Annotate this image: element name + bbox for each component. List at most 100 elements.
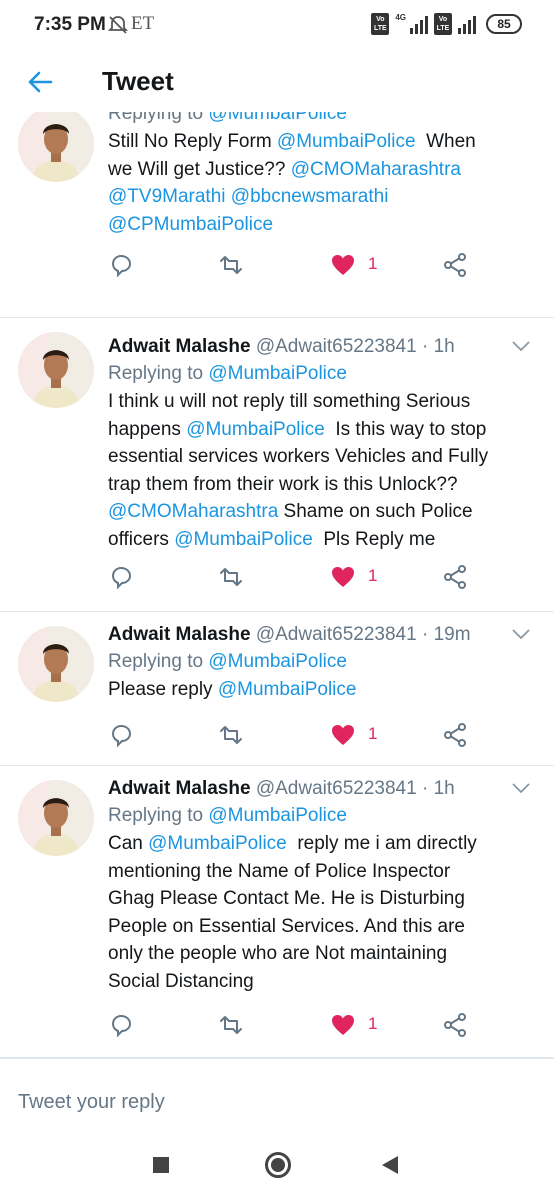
reply-icon[interactable] bbox=[108, 722, 134, 748]
tweet-text: I think u will not reply till something … bbox=[108, 388, 532, 553]
recents-square-icon[interactable] bbox=[153, 1157, 169, 1173]
retweet-icon[interactable] bbox=[218, 1012, 244, 1038]
mention-link[interactable]: @MumbaiPolice bbox=[174, 529, 313, 550]
retweet-icon[interactable] bbox=[218, 252, 244, 278]
tweet-item[interactable]: Replying to @MumbaiPolice Still No Reply … bbox=[0, 112, 554, 318]
avatar[interactable] bbox=[18, 780, 94, 856]
tweet-text-line: Can @MumbaiPolice reply me i am directly bbox=[108, 830, 532, 858]
share-icon[interactable] bbox=[442, 252, 468, 278]
heart-icon[interactable] bbox=[330, 252, 356, 278]
author-name[interactable]: Adwait Malashe bbox=[108, 778, 251, 799]
tweet-text-segment: reply me i am directly bbox=[286, 833, 477, 854]
mention-link[interactable]: @TV9Marathi bbox=[108, 186, 226, 207]
reply-composer[interactable]: Tweet your reply bbox=[0, 1058, 554, 1134]
tweet-text-line: happens @MumbaiPolice Is this way to sto… bbox=[108, 416, 532, 444]
mention-link[interactable]: @CMOMaharashtra bbox=[291, 159, 461, 180]
tweet-timestamp: · 19m bbox=[421, 624, 471, 645]
tweet-text-line: only the people who are Not maintaining bbox=[108, 940, 532, 968]
mention-link[interactable]: @bbcnewsmarathi bbox=[231, 186, 389, 207]
author-handle[interactable]: @Adwait65223841 bbox=[256, 624, 417, 645]
tweet-text-segment: essential services workers Vehicles and … bbox=[108, 446, 489, 467]
tweet-header: Adwait Malashe @Adwait65223841 · 1h bbox=[108, 334, 532, 360]
tweet-body: Replying to @MumbaiPolice Still No Reply … bbox=[108, 112, 532, 238]
tweet-text-segment: happens bbox=[108, 418, 187, 440]
reply-thread[interactable]: Replying to @MumbaiPolice Still No Reply … bbox=[0, 112, 554, 1058]
author-handle[interactable]: @Adwait65223841 bbox=[256, 336, 417, 357]
tweet-text-segment: Pls Reply me bbox=[312, 528, 436, 550]
retweet-icon[interactable] bbox=[218, 564, 244, 590]
tweet-text-line: Social Distancing bbox=[108, 968, 532, 996]
tweet-text: Still No Reply Form @MumbaiPolice When we… bbox=[108, 128, 532, 238]
replying-to-label: Replying to bbox=[108, 363, 209, 384]
heart-icon[interactable] bbox=[330, 722, 356, 748]
avatar[interactable] bbox=[18, 112, 94, 182]
replying-to-line: Replying to @MumbaiPolice bbox=[108, 802, 532, 830]
heart-icon[interactable] bbox=[330, 1012, 356, 1038]
author-name[interactable]: Adwait Malashe bbox=[108, 336, 251, 357]
replying-to-label: Replying to bbox=[108, 805, 209, 826]
replying-to-mention[interactable]: @MumbaiPolice bbox=[208, 651, 347, 672]
tweet-text-segment: trap them from their work is this Unlock… bbox=[108, 473, 458, 495]
chevron-down-icon[interactable] bbox=[510, 780, 532, 796]
signal-icon bbox=[410, 14, 428, 34]
mention-link[interactable]: @MumbaiPolice bbox=[218, 679, 357, 700]
reply-icon[interactable] bbox=[108, 564, 134, 590]
tweet-item[interactable]: Adwait Malashe @Adwait65223841 · 19m Repl… bbox=[0, 612, 554, 766]
replying-to-mention[interactable]: @MumbaiPolice bbox=[208, 363, 347, 384]
tweet-text-segment: only the people who are Not maintaining bbox=[108, 943, 448, 964]
tweet-text-segment: Shame on such Police bbox=[278, 501, 473, 522]
mention-link[interactable]: @MumbaiPolice bbox=[186, 419, 325, 440]
tweet-actions: 1 bbox=[108, 564, 488, 594]
signal-icon-2 bbox=[458, 14, 476, 34]
heart-icon[interactable] bbox=[330, 564, 356, 590]
author-handle[interactable]: @Adwait65223841 bbox=[256, 778, 417, 799]
tweet-header: Adwait Malashe @Adwait65223841 · 19m bbox=[108, 622, 532, 648]
tweet-text-line: essential services workers Vehicles and … bbox=[108, 443, 532, 471]
system-nav-bar bbox=[0, 1134, 554, 1200]
mention-link[interactable]: @CMOMaharashtra bbox=[108, 501, 278, 522]
chevron-down-icon[interactable] bbox=[510, 338, 532, 354]
replying-to-line: Replying to @MumbaiPolice bbox=[108, 112, 532, 128]
tweet-text-line: Ghag Please Contact Me. He is Disturbing bbox=[108, 885, 532, 913]
retweet-icon[interactable] bbox=[218, 722, 244, 748]
back-triangle-icon[interactable] bbox=[380, 1154, 400, 1176]
share-icon[interactable] bbox=[442, 722, 468, 748]
mention-link[interactable]: @CPMumbaiPolice bbox=[108, 214, 273, 235]
page-title: Tweet bbox=[102, 66, 174, 96]
mute-icon bbox=[107, 16, 129, 34]
mention-link[interactable]: @MumbaiPolice bbox=[148, 833, 287, 854]
replying-to-mention[interactable]: @MumbaiPolice bbox=[208, 805, 347, 826]
arrow-left-icon[interactable] bbox=[26, 68, 54, 96]
home-circle-icon[interactable] bbox=[264, 1151, 292, 1179]
tweet-text-line: @TV9Marathi @bbcnewsmarathi bbox=[108, 183, 532, 211]
mention-link[interactable]: @MumbaiPolice bbox=[277, 131, 416, 152]
tweet-text-segment: officers bbox=[108, 528, 175, 550]
status-carrier-label: ET bbox=[131, 13, 155, 34]
tweet-item[interactable]: Adwait Malashe @Adwait65223841 · 1h Reply… bbox=[0, 318, 554, 612]
tweet-item[interactable]: Adwait Malashe @Adwait65223841 · 1h Reply… bbox=[0, 766, 554, 1058]
tweet-body: Adwait Malashe @Adwait65223841 · 1h Reply… bbox=[108, 776, 532, 995]
app-bar: Tweet bbox=[0, 52, 554, 112]
tweet-text-segment: Ghag Please Contact Me. He is Disturbing bbox=[108, 888, 465, 909]
tweet-body: Adwait Malashe @Adwait65223841 · 1h Reply… bbox=[108, 334, 532, 553]
reply-icon[interactable] bbox=[108, 252, 134, 278]
avatar[interactable] bbox=[18, 626, 94, 702]
avatar[interactable] bbox=[18, 332, 94, 408]
tweet-text-line: mentioning the Name of Police Inspector bbox=[108, 858, 532, 886]
reply-input[interactable]: Tweet your reply bbox=[18, 1091, 165, 1114]
status-right-cluster: Vo LTE 4G Vo LTE 85 bbox=[371, 13, 522, 35]
tweet-timestamp: · 1h bbox=[421, 778, 455, 799]
tweet-text-segment: we Will get Justice?? bbox=[108, 158, 291, 180]
tweet-text-segment: Still No Reply Form bbox=[108, 131, 277, 152]
replying-to-mention[interactable]: @MumbaiPolice bbox=[208, 112, 347, 124]
share-icon[interactable] bbox=[442, 564, 468, 590]
tweet-text-segment: mentioning the Name of Police Inspector bbox=[108, 860, 451, 882]
like-count: 1 bbox=[368, 254, 378, 273]
chevron-down-icon[interactable] bbox=[510, 626, 532, 642]
volte-badge: Vo LTE bbox=[371, 13, 390, 35]
tweet-text-line: we Will get Justice?? @CMOMaharashtra bbox=[108, 156, 532, 184]
reply-icon[interactable] bbox=[108, 1012, 134, 1038]
share-icon[interactable] bbox=[442, 1012, 468, 1038]
author-name[interactable]: Adwait Malashe bbox=[108, 624, 251, 645]
tweet-text-line: officers @MumbaiPolice Pls Reply me bbox=[108, 526, 532, 554]
